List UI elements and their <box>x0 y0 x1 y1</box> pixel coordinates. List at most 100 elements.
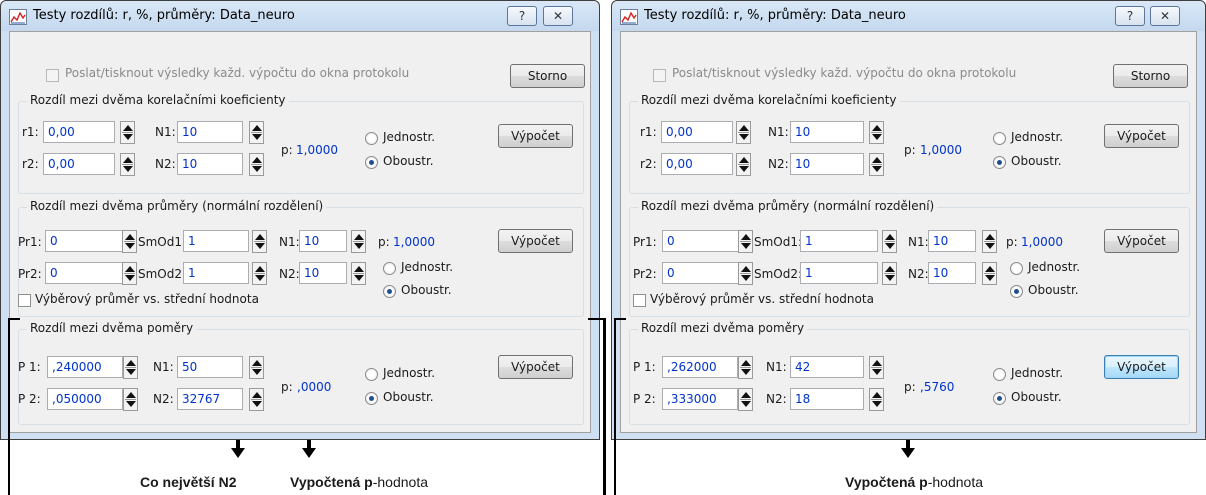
smod2-input[interactable]: 1 <box>800 262 878 284</box>
n1-spinner[interactable] <box>351 230 366 253</box>
r1-input[interactable]: 0,00 <box>43 121 115 143</box>
annotation-bold-part: Vypočtená p <box>290 474 373 490</box>
n2-input[interactable]: 10 <box>790 153 864 175</box>
n2-input[interactable]: 32767 <box>177 388 243 410</box>
smod1-spinner[interactable] <box>882 230 897 253</box>
close-icon: ✕ <box>1159 9 1171 23</box>
n2-label: N2: <box>908 267 929 281</box>
p2-input[interactable]: ,333000 <box>662 388 738 410</box>
pr2-spinner[interactable] <box>738 262 753 285</box>
two-sided-radio[interactable] <box>993 392 1006 405</box>
n2-spinner[interactable] <box>249 153 264 176</box>
n2-input[interactable]: 10 <box>177 153 243 175</box>
help-button[interactable]: ? <box>1115 6 1145 26</box>
send-results-checkbox[interactable] <box>653 69 666 82</box>
pr1-input[interactable]: 0 <box>662 230 742 252</box>
n2-spinner[interactable] <box>249 388 264 411</box>
title-bar[interactable]: Testy rozdílů: r, %, průměry: Data_neuro… <box>612 1 1205 31</box>
r1-spinner[interactable] <box>120 121 135 144</box>
pr1-input[interactable]: 0 <box>45 230 125 252</box>
n1-spinner[interactable] <box>249 121 264 144</box>
n1-input[interactable]: 10 <box>790 121 864 143</box>
n1-spinner[interactable] <box>869 121 884 144</box>
one-sided-radio[interactable] <box>993 368 1006 381</box>
p-value: ,5760 <box>920 380 955 394</box>
smod1-spinner[interactable] <box>252 230 267 253</box>
two-sided-radio[interactable] <box>1010 285 1023 298</box>
compute-button[interactable]: Výpočet <box>498 229 573 253</box>
r2-input[interactable]: 0,00 <box>661 153 733 175</box>
two-sided-radio[interactable] <box>383 285 396 298</box>
one-sided-radio[interactable] <box>365 132 378 145</box>
n1-input[interactable]: 50 <box>177 356 243 378</box>
annotation-computed-p: Vypočtená p-hodnota <box>845 474 983 490</box>
smod2-spinner[interactable] <box>882 262 897 285</box>
n2-spinner[interactable] <box>869 153 884 176</box>
close-button[interactable]: ✕ <box>543 6 573 26</box>
p1-spinner[interactable] <box>738 356 753 379</box>
pr1-spinner[interactable] <box>122 230 137 253</box>
one-sided-radio[interactable] <box>383 262 396 275</box>
n2-spinner[interactable] <box>869 388 884 411</box>
close-button[interactable]: ✕ <box>1150 6 1180 26</box>
question-mark-icon: ? <box>1126 9 1134 23</box>
r2-spinner[interactable] <box>736 153 751 176</box>
n1-input[interactable]: 42 <box>790 356 864 378</box>
storno-button[interactable]: Storno <box>1113 64 1188 88</box>
p2-spinner[interactable] <box>123 388 138 411</box>
send-results-checkbox[interactable] <box>46 69 59 82</box>
pr2-input[interactable]: 0 <box>45 262 125 284</box>
n1-input[interactable]: 10 <box>177 121 243 143</box>
smod2-input[interactable]: 1 <box>183 262 249 284</box>
p1-spinner[interactable] <box>123 356 138 379</box>
compute-button[interactable]: Výpočet <box>498 355 573 379</box>
n1-spinner[interactable] <box>982 230 997 253</box>
p1-input[interactable]: ,262000 <box>662 356 738 378</box>
r2-label: r2: <box>640 157 657 171</box>
compute-button[interactable]: Výpočet <box>1104 355 1179 379</box>
r2-spinner[interactable] <box>120 153 135 176</box>
pr2-spinner[interactable] <box>122 262 137 285</box>
compute-button[interactable]: Výpočet <box>1104 229 1179 253</box>
n2-spinner[interactable] <box>982 262 997 285</box>
smod2-spinner[interactable] <box>252 262 267 285</box>
help-button[interactable]: ? <box>507 6 537 26</box>
p1-input[interactable]: ,240000 <box>47 356 123 378</box>
n1-spinner[interactable] <box>249 356 264 379</box>
one-sided-radio[interactable] <box>993 132 1006 145</box>
n1-input[interactable]: 10 <box>299 230 347 252</box>
compute-button-label: Výpočet <box>511 234 560 248</box>
n2-spinner[interactable] <box>351 262 366 285</box>
sample-mean-checkbox[interactable] <box>18 294 31 307</box>
storno-button[interactable]: Storno <box>510 64 585 88</box>
smod1-input[interactable]: 1 <box>183 230 249 252</box>
two-sided-label: Oboustr. <box>1011 154 1062 168</box>
p2-input[interactable]: ,050000 <box>47 388 123 410</box>
smod1-label: SmOd1: <box>754 235 803 249</box>
compute-button[interactable]: Výpočet <box>1104 124 1179 148</box>
bracket-right <box>614 318 616 495</box>
pr2-input[interactable]: 0 <box>662 262 742 284</box>
compute-button[interactable]: Výpočet <box>498 124 573 148</box>
compute-button-label: Výpočet <box>511 129 560 143</box>
r1-input[interactable]: 0,00 <box>661 121 733 143</box>
one-sided-radio[interactable] <box>1010 262 1023 275</box>
pr1-spinner[interactable] <box>738 230 753 253</box>
n1-input[interactable]: 10 <box>928 230 976 252</box>
title-bar[interactable]: Testy rozdílů: r, %, průměry: Data_neuro… <box>1 1 599 31</box>
n2-input[interactable]: 18 <box>790 388 864 410</box>
arrow-down-icon <box>231 440 245 458</box>
p2-spinner[interactable] <box>738 388 753 411</box>
one-sided-radio[interactable] <box>365 368 378 381</box>
r1-spinner[interactable] <box>736 121 751 144</box>
n2-input[interactable]: 10 <box>928 262 976 284</box>
n1-spinner[interactable] <box>869 356 884 379</box>
two-sided-radio[interactable] <box>365 392 378 405</box>
storno-button-label: Storno <box>527 69 568 83</box>
n2-input[interactable]: 10 <box>299 262 347 284</box>
r2-input[interactable]: 0,00 <box>43 153 115 175</box>
two-sided-radio[interactable] <box>993 156 1006 169</box>
sample-mean-checkbox[interactable] <box>633 294 646 307</box>
two-sided-radio[interactable] <box>365 156 378 169</box>
smod1-input[interactable]: 1 <box>800 230 878 252</box>
